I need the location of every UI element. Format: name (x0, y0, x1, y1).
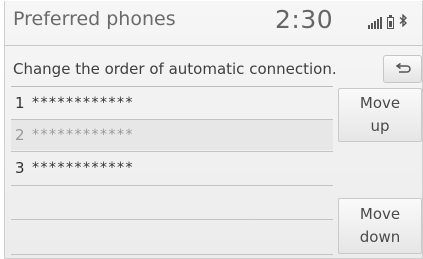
back-arrow-icon (394, 60, 412, 79)
phone-priority-number: 1 (15, 94, 25, 112)
move-up-label-line1: Move (359, 94, 401, 112)
phone-name: ************ (32, 95, 134, 111)
move-down-label-line2: down (359, 228, 401, 246)
row-divider (11, 151, 333, 152)
row-divider (11, 219, 333, 220)
header-bar: Preferred phones 2:30 (5, 1, 422, 42)
signal-icon (368, 17, 382, 29)
back-button[interactable] (383, 55, 422, 83)
header-divider (5, 45, 422, 46)
move-up-label-line2: up (370, 117, 390, 135)
phone-list-item-selected[interactable]: 2 ************ (11, 120, 333, 150)
phone-priority-number: 3 (15, 159, 25, 177)
phone-name: ************ (32, 160, 134, 176)
instruction-text: Change the order of automatic connection… (13, 60, 337, 78)
status-icons (368, 13, 408, 29)
page-title: Preferred phones (13, 8, 176, 30)
phone-priority-number: 2 (15, 126, 25, 144)
battery-icon (387, 15, 394, 29)
bluetooth-icon (399, 13, 408, 29)
phone-list-item[interactable]: 3 ************ (11, 153, 333, 183)
move-down-label-line1: Move (359, 205, 401, 223)
row-divider (11, 254, 333, 255)
row-divider (11, 185, 333, 186)
instruction-divider (11, 86, 333, 87)
phone-list-item[interactable]: 1 ************ (11, 88, 333, 118)
phone-name: ************ (32, 127, 134, 143)
move-down-button[interactable]: Move down (338, 198, 422, 254)
move-up-button[interactable]: Move up (338, 88, 422, 142)
clock: 2:30 (275, 5, 334, 34)
preferred-phones-screen: Preferred phones 2:30 Change the order o… (4, 1, 423, 259)
